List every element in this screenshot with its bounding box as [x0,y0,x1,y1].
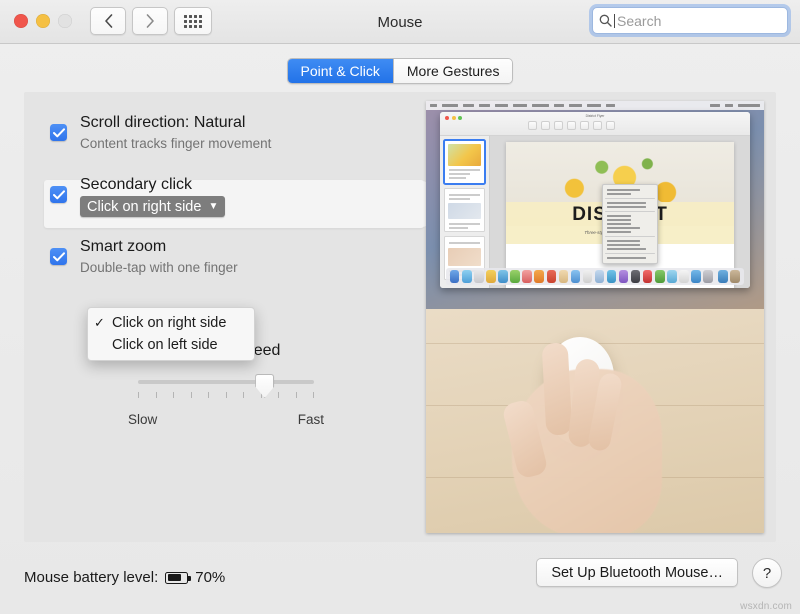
slider-ticks [138,392,314,398]
option-subtitle: Content tracks finger movement [80,136,272,151]
close-button[interactable] [14,14,28,28]
mock-window-toolbar: District Flyer [440,112,750,136]
preview-screen-scene: District Flyer Three-style [426,101,764,309]
watermark: wsxdn.com [740,601,792,612]
back-button[interactable] [90,7,126,35]
forward-button[interactable] [132,7,168,35]
checkmark-icon [52,251,65,261]
secondary-click-dropdown-menu[interactable]: ✓ Click on right side Click on left side [87,307,255,361]
mouse-preferences-window: Mouse Search Point & Click More Gestures [0,0,800,614]
mock-context-menu [602,184,658,264]
navigation-buttons [90,7,212,35]
battery-label: Mouse battery level: [24,569,159,586]
grid-icon [184,14,202,28]
text-caret [614,13,615,28]
mock-document-name: District Flyer [585,114,605,118]
mock-pages-window: District Flyer Three-style [440,112,750,288]
tab-more-gestures[interactable]: More Gestures [392,59,513,83]
search-icon [599,14,612,27]
options-list: Scroll direction: Natural Content tracks… [30,106,424,292]
preferences-panel: Scroll direction: Natural Content tracks… [24,92,776,542]
tracking-speed-slider[interactable] [138,374,314,408]
chevron-down-icon: ▼ [208,200,219,212]
zoom-button-disabled [58,14,72,28]
index-finger [541,342,573,436]
forward-arrow-icon [146,14,154,28]
option-subtitle: Double-tap with one finger [80,260,238,275]
tab-point-and-click[interactable]: Point & Click [287,59,393,83]
mock-window-body: DISTRICT Three-style products for your k… [440,136,750,288]
menu-item-click-on-left-side[interactable]: Click on left side [88,334,254,356]
mock-dock [446,268,744,285]
search-field-wrapper: Search [592,7,788,34]
traffic-lights [14,14,72,28]
back-arrow-icon [104,14,112,28]
mock-document-page: DISTRICT Three-style products for your k… [506,142,734,288]
title-bar: Mouse Search [0,0,800,44]
tab-bar: Point & Click More Gestures [0,58,800,84]
secondary-click-popup-button[interactable]: Click on right side ▼ [80,196,226,217]
menu-item-label: Click on left side [112,337,218,353]
checkmark-icon [52,127,65,137]
scroll-direction-checkbox[interactable] [50,124,67,141]
gesture-preview-video[interactable]: District Flyer Three-style [426,101,764,533]
show-all-button[interactable] [174,7,212,35]
slider-min-label: Slow [128,412,158,427]
battery-percent: 70% [195,569,226,586]
search-input[interactable]: Search [592,7,788,34]
slider-track [138,380,314,384]
menu-item-click-on-right-side[interactable]: ✓ Click on right side [88,312,254,334]
help-button[interactable]: ? [752,558,782,588]
menu-checkmark-icon: ✓ [94,315,105,330]
slider-max-label: Fast [297,412,324,427]
checkmark-icon [52,189,65,199]
option-smart-zoom[interactable]: Smart zoom Double-tap with one finger [30,230,410,292]
option-secondary-click[interactable]: Secondary click Click on right side ▼ [30,168,410,230]
setup-bluetooth-mouse-button[interactable]: Set Up Bluetooth Mouse… [536,558,738,587]
battery-icon [165,571,191,584]
option-scroll-direction[interactable]: Scroll direction: Natural Content tracks… [30,106,410,168]
mock-document-canvas: DISTRICT Three-style products for your k… [490,136,750,288]
menu-item-label: Click on right side [112,315,227,331]
slider-end-labels: Slow Fast [128,412,324,427]
battery-status: Mouse battery level: 70% [24,569,225,586]
preview-mouse-scene [426,309,764,533]
popup-button-value: Click on right side [87,198,202,215]
search-placeholder: Search [617,12,662,29]
secondary-click-checkbox[interactable] [50,186,67,203]
option-title: Secondary click [80,176,193,193]
option-title: Scroll direction: Natural [80,114,246,131]
mock-page-thumbnails [440,136,490,288]
mock-menu-bar [426,101,764,110]
option-title: Smart zoom [80,238,167,255]
minimize-button[interactable] [36,14,50,28]
smart-zoom-checkbox[interactable] [50,248,67,265]
